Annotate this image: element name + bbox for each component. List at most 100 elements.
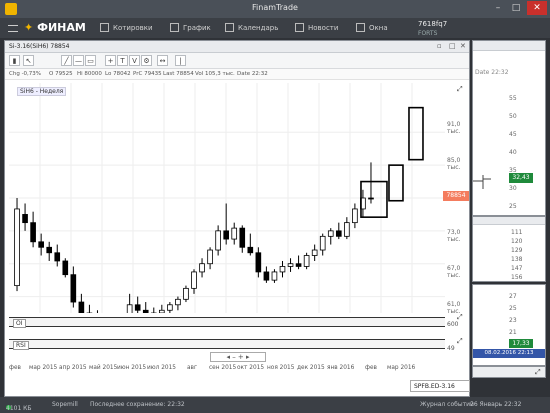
candle-body [183,287,189,300]
candle-body [126,304,133,313]
status-bar: 4101 КБ Sopemill Последнее сохранение: 2… [0,397,550,413]
candle-body [352,208,358,224]
right-top-title-bar [473,41,545,51]
finam-logo: ✦ ФИНАМ [24,21,86,34]
candle-body [319,235,326,251]
minimize-button[interactable]: – [490,1,506,15]
candlestick-plot[interactable] [9,83,445,313]
candle-body [62,260,69,276]
menu-icon[interactable] [8,25,18,32]
projection-box[interactable] [388,164,404,202]
x-tick: фев [9,365,21,371]
toolbar-chart[interactable]: График [170,23,211,32]
x-tick: окт 2015 [237,365,265,371]
candle-body [207,249,213,265]
candle-body [199,263,205,273]
candle-body [327,230,334,237]
x-tick: июл 2015 [147,365,176,371]
text-tool-button[interactable]: T [117,55,128,66]
toolbar-quotes[interactable]: Котировки [100,23,153,32]
user-name: Sopemill [52,401,78,408]
x-tick: мар 2016 [387,365,416,371]
news-icon [295,23,304,32]
series-label: SiH6 - Неделя [17,87,67,96]
right-chart-mid[interactable]: 111 120 129 138 147 156 [472,216,546,282]
projection-box[interactable] [408,106,424,161]
maximize-button[interactable]: □ [508,1,524,15]
app-title: FinamTrade [252,3,298,12]
window-maximize-icon[interactable]: □ [449,42,456,50]
main-toolbar: ✦ ФИНАМ Котировки График Календарь Новос… [0,18,550,38]
candle-body [70,274,77,303]
x-tick: дек 2015 [297,365,325,371]
chart-controls: ▮ ↖ ╱ — ▭ + T V ⚙ ↔ | [5,53,469,69]
rsi-value: 49 [447,345,455,352]
finamtrade-app: FinamTrade – □ ✕ ✦ ФИНАМ Котировки Графи… [0,0,550,413]
candle-body [175,298,181,306]
title-bar: FinamTrade – □ ✕ [0,0,550,18]
toolbar-window[interactable]: Окна [356,23,388,32]
candle-body [22,214,28,224]
rsi-label: RSI [13,341,29,350]
candle-body [78,301,85,313]
window-restore-icon[interactable]: ▫ [437,42,442,50]
toolbar-news[interactable]: Новости [295,23,338,32]
candle-type-button[interactable]: ▮ [9,55,20,66]
candle-body [215,230,221,251]
vertical-line-button[interactable]: | [175,55,186,66]
x-tick: фев [365,365,377,371]
candle-body [335,230,342,237]
oi-label: OI [13,319,26,328]
y-tick: 73,0 тыс. [447,229,461,243]
crosshair-button[interactable]: + [105,55,116,66]
right-chart-bottom[interactable]: 27 25 23 21 19 17,33 08.02.2016 22:13 [472,284,546,366]
candle-body [231,227,238,240]
candle-body [255,252,262,273]
last-price-tag: 78854 [443,191,469,201]
right-mid-title-bar [473,217,545,225]
chart-icon [170,23,179,32]
line-tool-button[interactable]: ╱ [61,55,72,66]
candle-body [263,271,270,281]
right-bottom-date-tag: 08.02.2016 22:13 [473,349,545,358]
indicator-button[interactable]: V [129,55,140,66]
quotes-icon [100,23,109,32]
bottom-tab[interactable]: SPFB.ED-3.16 [410,380,470,392]
chart-window-title-bar: Si-3.16(SiH6) 78854 ▫ □ ✕ [5,41,469,53]
right-bottom-footer: ⤢ [472,366,546,378]
window-icon [356,23,365,32]
x-tick: ноя 2015 [267,365,295,371]
close-button[interactable]: ✕ [527,1,547,15]
oi-panel[interactable]: OI [9,317,445,328]
oi-value: 600 [447,321,459,328]
candle-body [191,271,197,289]
candle-body [279,266,286,273]
calendar-icon [225,23,234,32]
window-close-icon[interactable]: ✕ [460,42,466,50]
candle-body [159,309,165,313]
candle-body [142,309,149,313]
hline-tool-button[interactable]: — [73,55,84,66]
candle-body [303,255,310,267]
chart-window: Si-3.16(SiH6) 78854 ▫ □ ✕ ▮ ↖ ╱ — ▭ + T … [4,40,470,397]
rsi-fullscreen-icon[interactable]: ⤢ [457,337,463,346]
right-fullscreen-icon[interactable]: ⤢ [535,368,541,377]
toolbar-calendar[interactable]: Календарь [225,23,278,32]
candle-body [311,249,318,256]
right-top-value-tag: 32,43 [509,173,533,183]
zoom-control[interactable]: ◂ – + ▸ [210,352,266,362]
cursor-button[interactable]: ↖ [23,55,34,66]
settings-button[interactable]: ⚙ [141,55,152,66]
rsi-panel[interactable]: RSI [9,339,445,350]
x-tick: май 2015 [89,365,118,371]
account-info[interactable]: 7618fq7 FORTS [418,20,447,38]
rect-tool-button[interactable]: ▭ [85,55,96,66]
candle-body [54,252,61,262]
event-journal-link[interactable]: Журнал событий [420,401,474,408]
y-tick: 67,0 тыс. [447,265,461,279]
right-chart-top[interactable]: Date 22:32 55 50 45 40 35 30 25 32,43 [472,40,546,216]
x-tick: июн 2015 [117,365,147,371]
oi-fullscreen-icon[interactable]: ⤢ [457,313,463,322]
fit-button[interactable]: ↔ [157,55,168,66]
candle-body [239,227,246,248]
